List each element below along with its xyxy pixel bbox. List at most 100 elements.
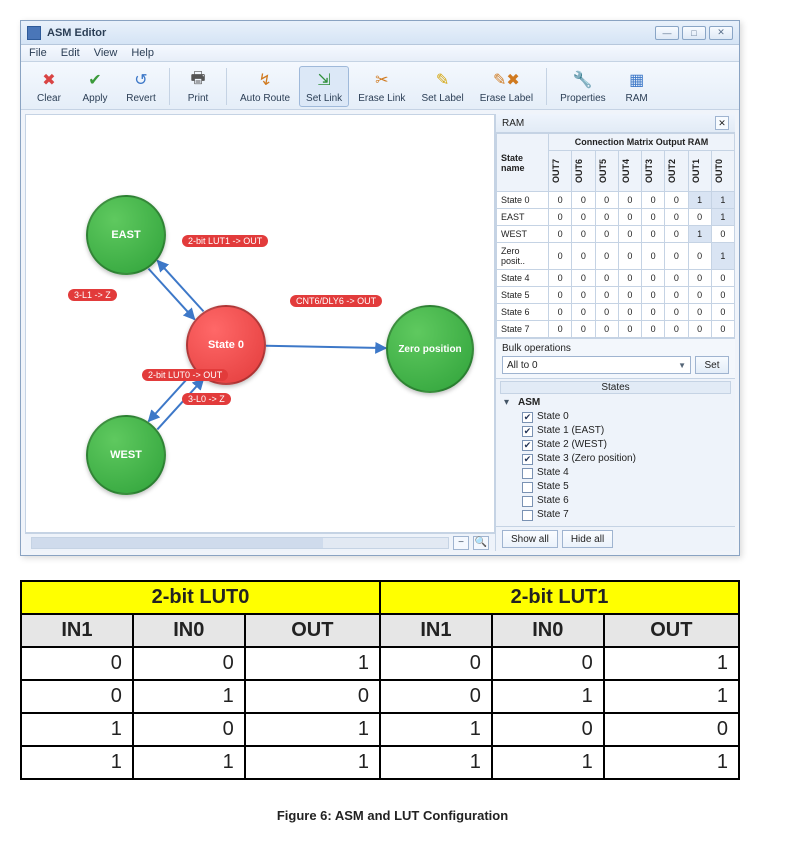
clear-button[interactable]: ✖Clear xyxy=(27,66,71,107)
checkbox-icon[interactable]: ✔ xyxy=(522,440,533,451)
ram-cell[interactable]: 0 xyxy=(549,270,572,287)
ram-cell[interactable]: 0 xyxy=(595,209,618,226)
ram-row[interactable]: Zero posit..00000001 xyxy=(497,243,735,270)
checkbox-icon[interactable] xyxy=(522,468,533,479)
state-node-west[interactable]: WEST xyxy=(86,415,166,495)
bulk-combo[interactable]: All to 0 ▼ xyxy=(502,356,691,374)
edge-label-e2[interactable]: 3-L1 -> Z xyxy=(68,289,117,301)
ram-cell[interactable]: 0 xyxy=(711,226,734,243)
setlabel-button[interactable]: ✎Set Label xyxy=(414,66,470,107)
menu-view[interactable]: View xyxy=(94,47,118,59)
ram-cell[interactable]: 0 xyxy=(665,304,688,321)
ram-cell[interactable]: 0 xyxy=(665,321,688,338)
apply-button[interactable]: ✔Apply xyxy=(73,66,117,107)
ram-cell[interactable]: 1 xyxy=(688,192,711,209)
ram-row[interactable]: State 400000000 xyxy=(497,270,735,287)
ram-cell[interactable]: 0 xyxy=(665,243,688,270)
tree-state-item[interactable]: State 6 xyxy=(522,494,731,508)
ram-cell[interactable]: 0 xyxy=(549,321,572,338)
checkbox-icon[interactable] xyxy=(522,496,533,507)
ram-cell[interactable]: 0 xyxy=(711,321,734,338)
ram-cell[interactable]: 0 xyxy=(618,192,641,209)
autoroute-button[interactable]: ↯Auto Route xyxy=(233,66,297,107)
ram-cell[interactable]: 0 xyxy=(642,287,665,304)
ram-cell[interactable]: 0 xyxy=(665,192,688,209)
ram-cell[interactable]: 0 xyxy=(595,226,618,243)
tree-root-row[interactable]: ▾ ASM xyxy=(504,396,731,410)
ram-cell[interactable]: 0 xyxy=(595,304,618,321)
ram-cell[interactable]: 0 xyxy=(595,192,618,209)
ram-cell[interactable]: 1 xyxy=(711,192,734,209)
tree-state-item[interactable]: ✔State 2 (WEST) xyxy=(522,438,731,452)
ram-cell[interactable]: 1 xyxy=(711,243,734,270)
ram-cell[interactable]: 0 xyxy=(618,270,641,287)
ram-cell[interactable]: 0 xyxy=(549,209,572,226)
tree-state-item[interactable]: ✔State 1 (EAST) xyxy=(522,424,731,438)
ram-cell[interactable]: 0 xyxy=(711,287,734,304)
menu-help[interactable]: Help xyxy=(131,47,154,59)
ram-cell[interactable]: 0 xyxy=(665,287,688,304)
ram-cell[interactable]: 0 xyxy=(572,226,595,243)
ram-cell[interactable]: 0 xyxy=(572,270,595,287)
checkbox-icon[interactable]: ✔ xyxy=(522,454,533,465)
ram-row[interactable]: State 600000000 xyxy=(497,304,735,321)
ram-cell[interactable]: 0 xyxy=(642,321,665,338)
ram-cell[interactable]: 0 xyxy=(595,321,618,338)
ram-cell[interactable]: 0 xyxy=(618,287,641,304)
state-diagram-canvas[interactable]: EASTState 0WESTZero position2-bit LUT1 -… xyxy=(25,114,495,533)
hide-all-button[interactable]: Hide all xyxy=(562,530,613,548)
ram-cell[interactable]: 0 xyxy=(665,226,688,243)
ram-cell[interactable]: 0 xyxy=(595,243,618,270)
ram-cell[interactable]: 0 xyxy=(549,243,572,270)
ram-cell[interactable]: 0 xyxy=(711,304,734,321)
tree-state-item[interactable]: ✔State 0 xyxy=(522,410,731,424)
ram-cell[interactable]: 0 xyxy=(618,321,641,338)
tree-state-item[interactable]: State 5 xyxy=(522,480,731,494)
ram-cell[interactable]: 0 xyxy=(572,287,595,304)
ram-row[interactable]: WEST00000010 xyxy=(497,226,735,243)
checkbox-icon[interactable] xyxy=(522,482,533,493)
ram-row[interactable]: State 000000011 xyxy=(497,192,735,209)
ram-cell[interactable]: 0 xyxy=(665,270,688,287)
print-button[interactable]: 🖶Print xyxy=(176,66,220,107)
tree-collapse-icon[interactable]: ▾ xyxy=(504,396,514,410)
ram-cell[interactable]: 0 xyxy=(572,321,595,338)
eraselink-button[interactable]: ✂Erase Link xyxy=(351,66,412,107)
ram-cell[interactable]: 0 xyxy=(572,243,595,270)
state-node-east[interactable]: EAST xyxy=(86,195,166,275)
ram-cell[interactable]: 0 xyxy=(642,209,665,226)
ram-cell[interactable]: 0 xyxy=(642,226,665,243)
ram-cell[interactable]: 0 xyxy=(618,209,641,226)
bulk-set-button[interactable]: Set xyxy=(695,356,729,374)
ram-cell[interactable]: 0 xyxy=(642,243,665,270)
edge-label-e3[interactable]: 2-bit LUT0 -> OUT xyxy=(142,369,228,381)
checkbox-icon[interactable]: ✔ xyxy=(522,412,533,423)
zoom-out-button[interactable]: − xyxy=(453,536,469,550)
minimize-button[interactable]: — xyxy=(655,26,679,40)
maximize-button[interactable]: □ xyxy=(682,26,706,40)
ram-cell[interactable]: 0 xyxy=(688,304,711,321)
eraselabel-button[interactable]: ✎✖Erase Label xyxy=(473,66,540,107)
checkbox-icon[interactable] xyxy=(522,510,533,521)
ram-cell[interactable]: 1 xyxy=(688,226,711,243)
edge-label-e4[interactable]: 3-L0 -> Z xyxy=(182,393,231,405)
h-scrollbar[interactable] xyxy=(31,537,449,549)
ram-cell[interactable]: 0 xyxy=(688,321,711,338)
ram-cell[interactable]: 0 xyxy=(642,192,665,209)
ram-cell[interactable]: 0 xyxy=(595,270,618,287)
ram-cell[interactable]: 0 xyxy=(572,304,595,321)
ram-cell[interactable]: 1 xyxy=(711,209,734,226)
zoom-in-button[interactable]: 🔍 xyxy=(473,536,489,550)
ram-cell[interactable]: 0 xyxy=(549,192,572,209)
ram-cell[interactable]: 0 xyxy=(642,304,665,321)
ram-cell[interactable]: 0 xyxy=(688,209,711,226)
ram-cell[interactable]: 0 xyxy=(618,304,641,321)
ram-cell[interactable]: 0 xyxy=(572,209,595,226)
revert-button[interactable]: ↺Revert xyxy=(119,66,163,107)
ram-cell[interactable]: 0 xyxy=(618,226,641,243)
menu-edit[interactable]: Edit xyxy=(61,47,80,59)
ram-button[interactable]: ▦RAM xyxy=(615,66,659,107)
ram-cell[interactable]: 0 xyxy=(618,243,641,270)
menu-file[interactable]: File xyxy=(29,47,47,59)
checkbox-icon[interactable]: ✔ xyxy=(522,426,533,437)
